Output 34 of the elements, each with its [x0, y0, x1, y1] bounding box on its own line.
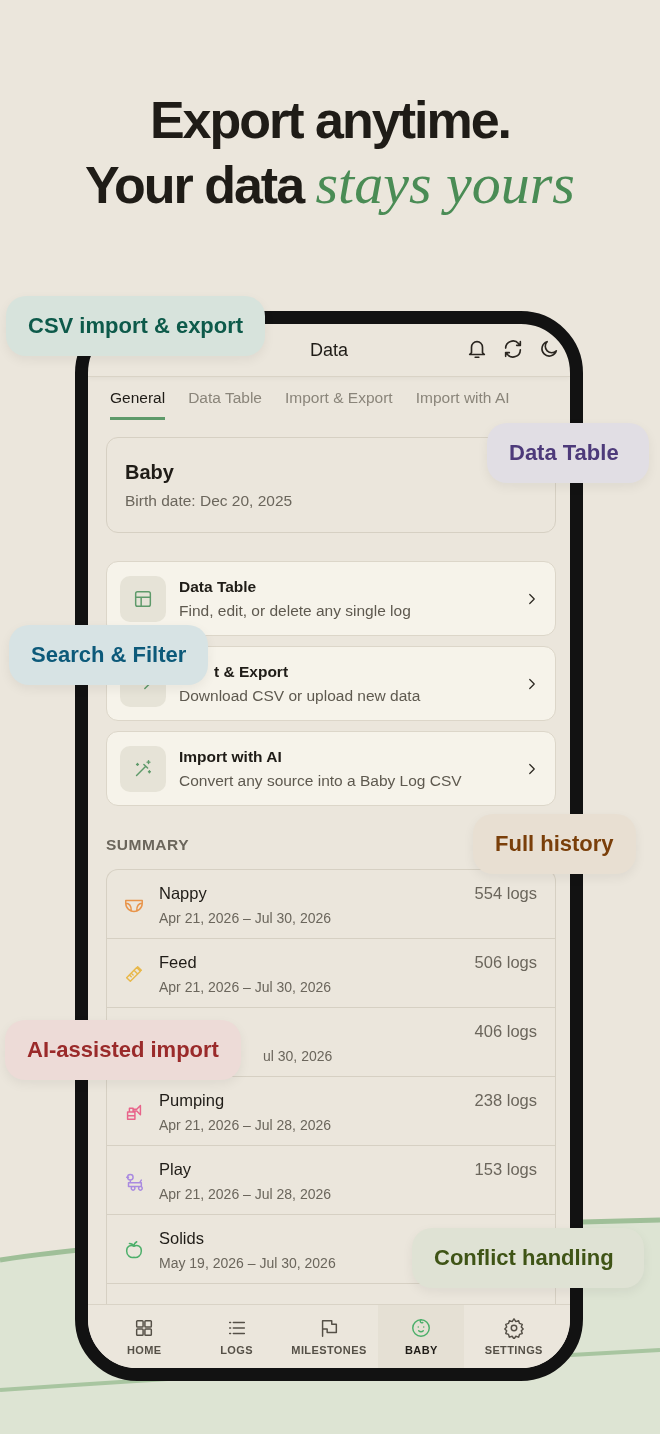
date-range: Apr 21, 2026 – Jul 30, 2026 — [159, 910, 332, 926]
log-count: 506 logs — [474, 952, 537, 972]
date-range: ul 30, 2026 — [263, 1048, 333, 1064]
menu-subtitle: Find, edit, or delete any single log — [179, 601, 411, 620]
section-heading: SUMMARY — [106, 836, 189, 854]
log-count: 153 logs — [474, 1159, 537, 1179]
category-name: Feed — [159, 953, 197, 973]
headline-text: Export anytime. — [148, 90, 512, 151]
feature-tooltip: Full history — [473, 814, 636, 874]
date-range: Apr 21, 2026 – Jul 28, 2026 — [159, 1117, 332, 1133]
baby-name: Baby — [125, 460, 175, 484]
screen-title: Data — [310, 339, 348, 361]
category-name: Nappy — [159, 884, 207, 904]
log-count: 554 logs — [474, 883, 537, 903]
log-count: 406 logs — [474, 1021, 537, 1041]
category-name: Pumping — [159, 1091, 225, 1111]
date-range: May 19, 2026 – Jul 30, 2026 — [159, 1255, 336, 1271]
menu-subtitle: Download CSV or upload new data — [179, 686, 421, 705]
birth-date: Birth date: Dec 20, 2025 — [125, 491, 294, 510]
date-range: Apr 21, 2026 – Jul 30, 2026 — [159, 979, 332, 995]
feature-tooltip: CSV import & export — [6, 296, 266, 356]
feature-tooltip: Data Table — [487, 423, 649, 483]
category-name: Solids — [159, 1229, 204, 1249]
feature-tooltip: Conflict handling — [412, 1228, 644, 1288]
menu-title: t & Export — [214, 662, 289, 681]
log-count: 238 logs — [474, 1090, 537, 1110]
feature-tooltip: Search & Filter — [9, 625, 209, 685]
feature-tooltip: AI-assisted import — [5, 1020, 241, 1080]
category-name: Play — [159, 1160, 192, 1180]
date-range: Apr 21, 2026 – Jul 28, 2026 — [159, 1186, 332, 1202]
menu-title: Data Table — [179, 577, 257, 596]
menu-title: Import with AI — [179, 747, 282, 766]
menu-subtitle: Convert any source into a Baby Log CSV — [179, 771, 462, 790]
headline-text: Your data stays yours — [84, 152, 576, 217]
